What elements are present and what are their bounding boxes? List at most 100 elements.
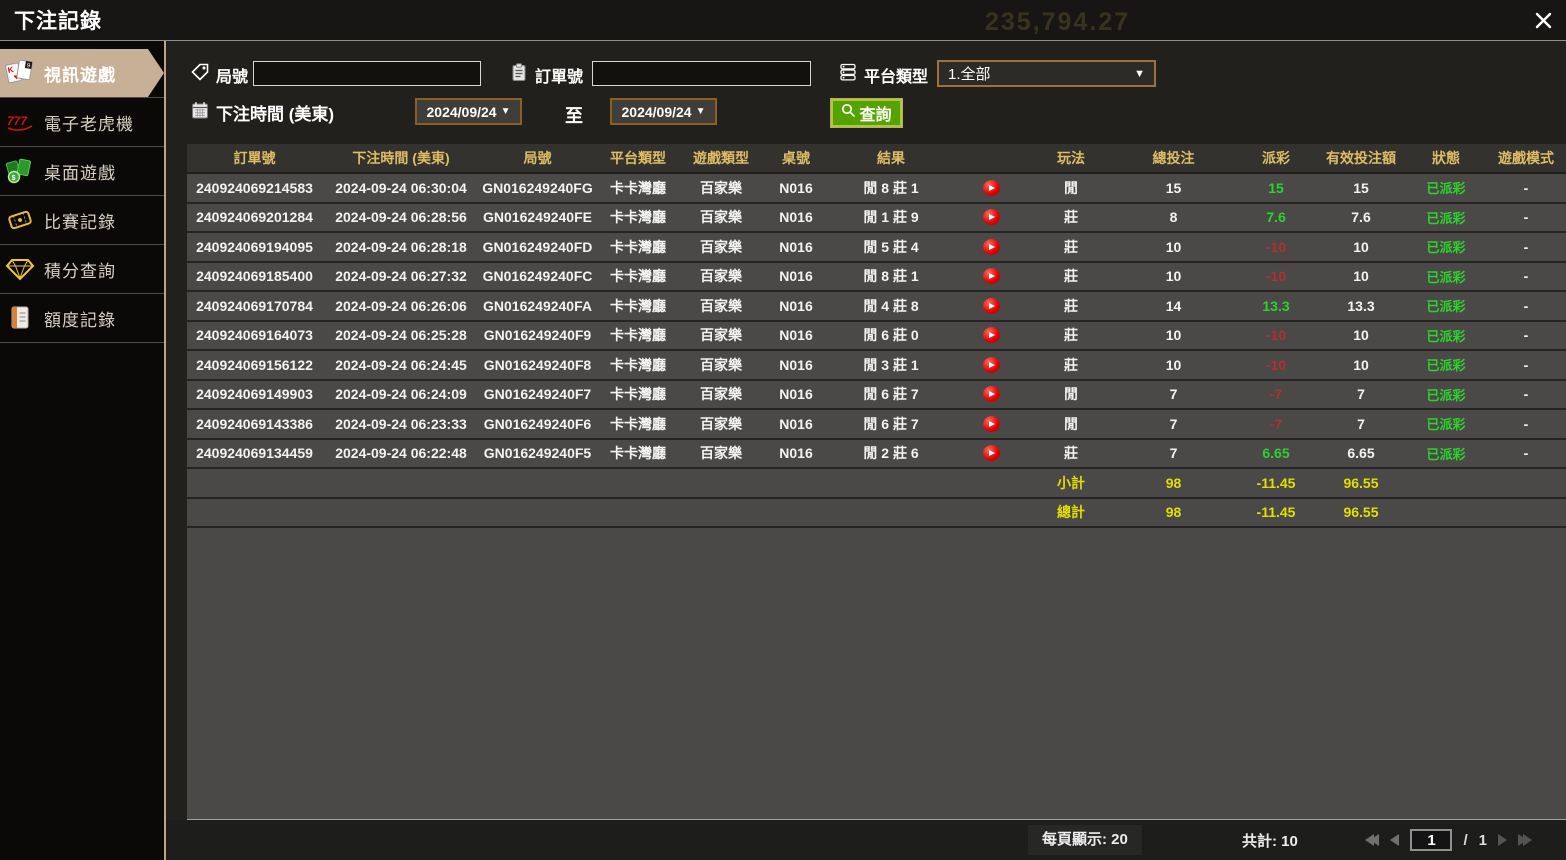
cell-platform: 卡卡灣廳 bbox=[595, 207, 681, 227]
cell-table-no: N016 bbox=[761, 357, 831, 373]
header-payout: 派彩 bbox=[1236, 148, 1316, 168]
sidebar-item-points-query[interactable]: 積分查詢 bbox=[0, 245, 164, 294]
cell-payout: 13.3 bbox=[1236, 298, 1316, 314]
cell-game: 百家樂 bbox=[681, 355, 761, 375]
cell-table-no: N016 bbox=[761, 239, 831, 255]
close-icon[interactable] bbox=[1534, 11, 1553, 30]
round-number-input[interactable] bbox=[253, 61, 481, 86]
order-number-label-group: 訂單號 bbox=[509, 61, 583, 88]
replay-button[interactable] bbox=[983, 357, 1000, 373]
sidebar-item-label: 桌面遊戲 bbox=[44, 159, 116, 184]
sidebar-item-table-games[interactable]: $ 桌面遊戲 bbox=[0, 147, 164, 196]
next-page-button[interactable] bbox=[1498, 834, 1507, 846]
cell-mode: - bbox=[1486, 327, 1566, 343]
cell-platform: 卡卡灣廳 bbox=[595, 384, 681, 404]
cell-time: 2024-09-24 06:30:04 bbox=[322, 180, 480, 196]
replay-cell bbox=[951, 327, 1031, 343]
header-total-bet: 總投注 bbox=[1111, 148, 1236, 168]
table-row: 2409240691854002024-09-24 06:27:32GN0162… bbox=[187, 263, 1566, 293]
date-from-picker[interactable]: 2024/09/24 ▼ bbox=[415, 98, 522, 125]
cell-table-no: N016 bbox=[761, 416, 831, 432]
page-input[interactable]: 1 bbox=[1410, 829, 1452, 851]
table-empty-area bbox=[187, 528, 1566, 819]
cell-total-bet: 10 bbox=[1111, 327, 1236, 343]
cell-result: 閒 6 莊 7 bbox=[831, 414, 951, 434]
replay-button[interactable] bbox=[983, 298, 1000, 314]
cell-total-bet: 7 bbox=[1111, 445, 1236, 461]
replay-button[interactable] bbox=[983, 327, 1000, 343]
platform-type-dropdown[interactable]: 1.全部 ▼ bbox=[937, 60, 1156, 87]
platform-server-icon bbox=[838, 62, 858, 87]
cell-status: 已派彩 bbox=[1406, 237, 1486, 256]
magnifier-icon bbox=[841, 103, 856, 123]
first-page-button[interactable] bbox=[1365, 834, 1379, 846]
replay-button[interactable] bbox=[983, 209, 1000, 225]
header-round: 局號 bbox=[480, 148, 595, 168]
header-valid-bet: 有效投注額 bbox=[1316, 148, 1406, 168]
cell-status: 已派彩 bbox=[1406, 208, 1486, 227]
table-row: 2409240692012842024-09-24 06:28:56GN0162… bbox=[187, 204, 1566, 234]
chevron-down-icon: ▼ bbox=[1134, 68, 1145, 80]
sidebar-item-match-records[interactable]: 比賽記錄 bbox=[0, 196, 164, 245]
cell-table-no: N016 bbox=[761, 298, 831, 314]
date-to-value: 2024/09/24 bbox=[622, 104, 692, 120]
cell-mode: - bbox=[1486, 445, 1566, 461]
sum-valid-bet: 96.55 bbox=[1316, 504, 1406, 520]
order-number-input[interactable] bbox=[592, 61, 811, 86]
date-to-picker[interactable]: 2024/09/24 ▼ bbox=[610, 98, 717, 125]
table-row: 2409240691640732024-09-24 06:25:28GN0162… bbox=[187, 322, 1566, 352]
cell-round: GN016249240F9 bbox=[480, 327, 595, 343]
search-button[interactable]: 查詢 bbox=[830, 98, 903, 128]
page-total: 1 bbox=[1479, 832, 1487, 849]
cell-play: 莊 bbox=[1031, 443, 1111, 463]
header-status: 狀態 bbox=[1406, 148, 1486, 168]
replay-button[interactable] bbox=[983, 268, 1000, 284]
search-button-label: 查詢 bbox=[859, 101, 891, 125]
cell-round: GN016249240FA bbox=[480, 298, 595, 314]
replay-cell bbox=[951, 239, 1031, 255]
cell-mode: - bbox=[1486, 298, 1566, 314]
table-body: 2409240692145832024-09-24 06:30:04GN0162… bbox=[187, 174, 1566, 528]
cell-game: 百家樂 bbox=[681, 325, 761, 345]
cell-valid-bet: 10 bbox=[1316, 239, 1406, 255]
cell-round: GN016249240FC bbox=[480, 268, 595, 284]
cell-round: GN016249240F5 bbox=[480, 445, 595, 461]
chevron-down-icon: ▼ bbox=[696, 106, 706, 117]
replay-button[interactable] bbox=[983, 445, 1000, 461]
last-page-button[interactable] bbox=[1518, 834, 1532, 846]
cell-table-no: N016 bbox=[761, 386, 831, 402]
play-icon bbox=[989, 185, 995, 191]
replay-button[interactable] bbox=[983, 386, 1000, 402]
sidebar-item-label: 電子老虎機 bbox=[44, 110, 134, 135]
replay-button[interactable] bbox=[983, 180, 1000, 196]
cell-table-no: N016 bbox=[761, 445, 831, 461]
cell-payout: 7.6 bbox=[1236, 209, 1316, 225]
cell-platform: 卡卡灣廳 bbox=[595, 414, 681, 434]
play-icon bbox=[989, 214, 995, 220]
cell-mode: - bbox=[1486, 357, 1566, 373]
cell-payout: 15 bbox=[1236, 180, 1316, 196]
cell-play: 閒 bbox=[1031, 384, 1111, 404]
cell-table-no: N016 bbox=[761, 268, 831, 284]
sidebar-item-video-games[interactable]: K♥ 9 視訊遊戲 bbox=[0, 49, 164, 98]
replay-button[interactable] bbox=[983, 416, 1000, 432]
calendar-icon bbox=[190, 100, 210, 125]
cell-table-no: N016 bbox=[761, 209, 831, 225]
cell-order: 240924069185400 bbox=[187, 268, 322, 284]
cell-game: 百家樂 bbox=[681, 266, 761, 286]
cell-platform: 卡卡灣廳 bbox=[595, 355, 681, 375]
sidebar-item-quota-records[interactable]: 額度記錄 bbox=[0, 294, 164, 343]
cell-play: 莊 bbox=[1031, 355, 1111, 375]
cell-total-bet: 7 bbox=[1111, 416, 1236, 432]
prev-page-button[interactable] bbox=[1390, 834, 1399, 846]
cell-valid-bet: 10 bbox=[1316, 357, 1406, 373]
cell-round: GN016249240F7 bbox=[480, 386, 595, 402]
cell-game: 百家樂 bbox=[681, 414, 761, 434]
sidebar-item-slots[interactable]: 777 電子老虎機 bbox=[0, 98, 164, 147]
replay-button[interactable] bbox=[983, 239, 1000, 255]
cell-game: 百家樂 bbox=[681, 237, 761, 257]
play-icon bbox=[989, 362, 995, 368]
cell-total-bet: 7 bbox=[1111, 386, 1236, 402]
header-platform: 平台類型 bbox=[595, 148, 681, 168]
sum-total-bet: 98 bbox=[1111, 475, 1236, 491]
